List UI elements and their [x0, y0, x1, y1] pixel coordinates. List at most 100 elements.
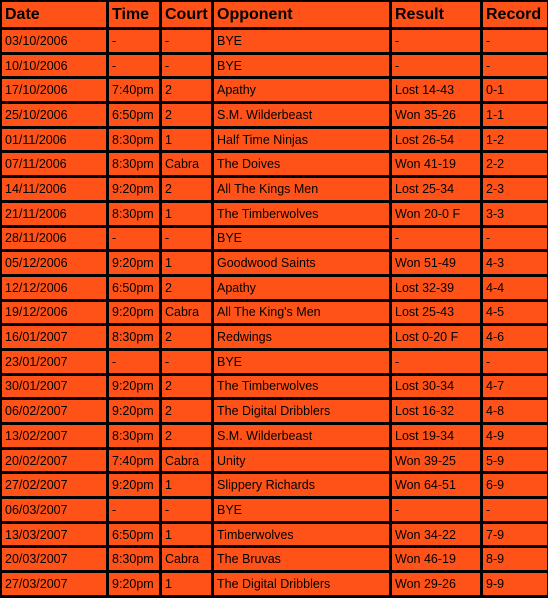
table-row: 13/03/2007 6:50pm 1 Timberwolves Won 34-22 7-… [2, 523, 547, 546]
table-row: 16/01/2007 8:30pm 2 Redwings Lost 0-20 F 4-6 [2, 326, 547, 348]
result-cell: Lost 25-34 [392, 178, 480, 200]
record-cell: 5-9 [483, 449, 547, 472]
court-cell: 2 [162, 104, 211, 126]
date-cell: 19/12/2006 [2, 301, 106, 324]
result-cell: Won 34-22 [392, 523, 480, 546]
record-cell: 4-6 [483, 326, 547, 348]
result-cell: Won 46-19 [392, 548, 480, 571]
record-cell: - [483, 499, 547, 521]
table-row: 01/11/2006 8:30pm 1 Half Time Ninjas Lost 26… [2, 128, 547, 151]
result-cell: - [392, 499, 480, 521]
court-cell: - [162, 499, 211, 521]
court-cell: 1 [162, 128, 211, 151]
court-cell: Cabra [162, 301, 211, 324]
table-header: Date Time Court Opponent Result Record [2, 2, 547, 27]
court-cell: - [162, 30, 211, 52]
result-cell: - [392, 30, 480, 52]
opponent-cell: All The King's Men [214, 301, 389, 324]
record-cell: 1-2 [483, 128, 547, 151]
court-cell: 1 [162, 573, 211, 595]
table-row: 17/10/2006 7:40pm 2 Apathy Lost 14-43 0-1 [2, 79, 547, 102]
date-cell: 05/12/2006 [2, 252, 106, 274]
table-row: 30/01/2007 9:20pm 2 The Timberwolves Lost 30… [2, 375, 547, 398]
result-cell: Lost 26-54 [392, 128, 480, 151]
date-cell: 07/11/2006 [2, 153, 106, 176]
court-cell: Cabra [162, 153, 211, 176]
opponent-cell: The Digital Dribblers [214, 400, 389, 422]
opponent-cell: The Bruvas [214, 548, 389, 571]
result-cell: Won 39-25 [392, 449, 480, 472]
time-cell: - [109, 227, 159, 250]
time-cell: 7:40pm [109, 449, 159, 472]
table-row: 21/11/2006 8:30pm 1 The Timberwolves Won 20-… [2, 202, 547, 225]
court-cell: 2 [162, 425, 211, 447]
record-cell: - [483, 350, 547, 373]
result-cell: Lost 14-43 [392, 79, 480, 102]
time-cell: 8:30pm [109, 153, 159, 176]
date-cell: 25/10/2006 [2, 104, 106, 126]
time-cell: 6:50pm [109, 276, 159, 299]
date-cell: 23/01/2007 [2, 350, 106, 373]
record-cell: 8-9 [483, 548, 547, 571]
court-cell: - [162, 54, 211, 77]
time-cell: - [109, 499, 159, 521]
opponent-cell: BYE [214, 350, 389, 373]
result-cell: Won 29-26 [392, 573, 480, 595]
court-cell: - [162, 350, 211, 373]
record-cell: 2-3 [483, 178, 547, 200]
table-row: 07/11/2006 8:30pm Cabra The Doives Won 41-19… [2, 153, 547, 176]
time-cell: - [109, 350, 159, 373]
date-cell: 27/02/2007 [2, 474, 106, 497]
table-row: 06/02/2007 9:20pm 2 The Digital Dribblers Lo… [2, 400, 547, 422]
result-cell: Won 41-19 [392, 153, 480, 176]
opponent-cell: Goodwood Saints [214, 252, 389, 274]
record-cell: 0-1 [483, 79, 547, 102]
time-cell: - [109, 30, 159, 52]
header-row: Date Time Court Opponent Result Record [2, 2, 547, 27]
date-cell: 13/02/2007 [2, 425, 106, 447]
date-cell: 14/11/2006 [2, 178, 106, 200]
date-cell: 27/03/2007 [2, 573, 106, 595]
record-cell: 7-9 [483, 523, 547, 546]
result-cell: Lost 0-20 F [392, 326, 480, 348]
date-cell: 30/01/2007 [2, 375, 106, 398]
record-cell: 4-4 [483, 276, 547, 299]
table-row: 06/03/2007- - BYE - - [2, 499, 547, 521]
time-cell: 9:20pm [109, 573, 159, 595]
opponent-cell: BYE [214, 499, 389, 521]
opponent-cell: Apathy [214, 276, 389, 299]
opponent-cell: The Digital Dribblers [214, 573, 389, 595]
table-row: 27/03/2007 9:20pm 1 The Digital Dribblers Wo… [2, 573, 547, 595]
table-row: 25/10/2006 6:50pm 2 S.M. Wilderbeast Won 35-… [2, 104, 547, 126]
opponent-cell: The Timberwolves [214, 375, 389, 398]
court-cell: 2 [162, 178, 211, 200]
table-row: 14/11/2006 9:20pm 2 All The Kings Men Lost 2… [2, 178, 547, 200]
time-cell: 9:20pm [109, 178, 159, 200]
opponent-cell: Redwings [214, 326, 389, 348]
table-row: 05/12/2006 9:20pm 1 Goodwood Saints Won 51-4… [2, 252, 547, 274]
date-cell: 01/11/2006 [2, 128, 106, 151]
result-cell: Won 35-26 [392, 104, 480, 126]
table-body: 03/10/2006- - BYE - -10/10/2006- - BYE - -17/10/… [2, 30, 547, 595]
record-cell: 4-9 [483, 425, 547, 447]
opponent-cell: BYE [214, 54, 389, 77]
court-cell: 2 [162, 400, 211, 422]
result-cell: Won 64-51 [392, 474, 480, 497]
court-cell: 1 [162, 202, 211, 225]
opponent-cell: Apathy [214, 79, 389, 102]
header-court: Court [162, 2, 211, 27]
court-cell: 1 [162, 474, 211, 497]
date-cell: 13/03/2007 [2, 523, 106, 546]
opponent-cell: Unity [214, 449, 389, 472]
court-cell: 2 [162, 276, 211, 299]
record-cell: 4-3 [483, 252, 547, 274]
court-cell: Cabra [162, 449, 211, 472]
opponent-cell: The Doives [214, 153, 389, 176]
fixtures-table: Date Time Court Opponent Result Record 0… [0, 0, 548, 598]
time-cell: - [109, 54, 159, 77]
time-cell: 8:30pm [109, 202, 159, 225]
court-cell: 2 [162, 375, 211, 398]
record-cell: - [483, 227, 547, 250]
table-row: 10/10/2006- - BYE - - [2, 54, 547, 77]
date-cell: 06/02/2007 [2, 400, 106, 422]
